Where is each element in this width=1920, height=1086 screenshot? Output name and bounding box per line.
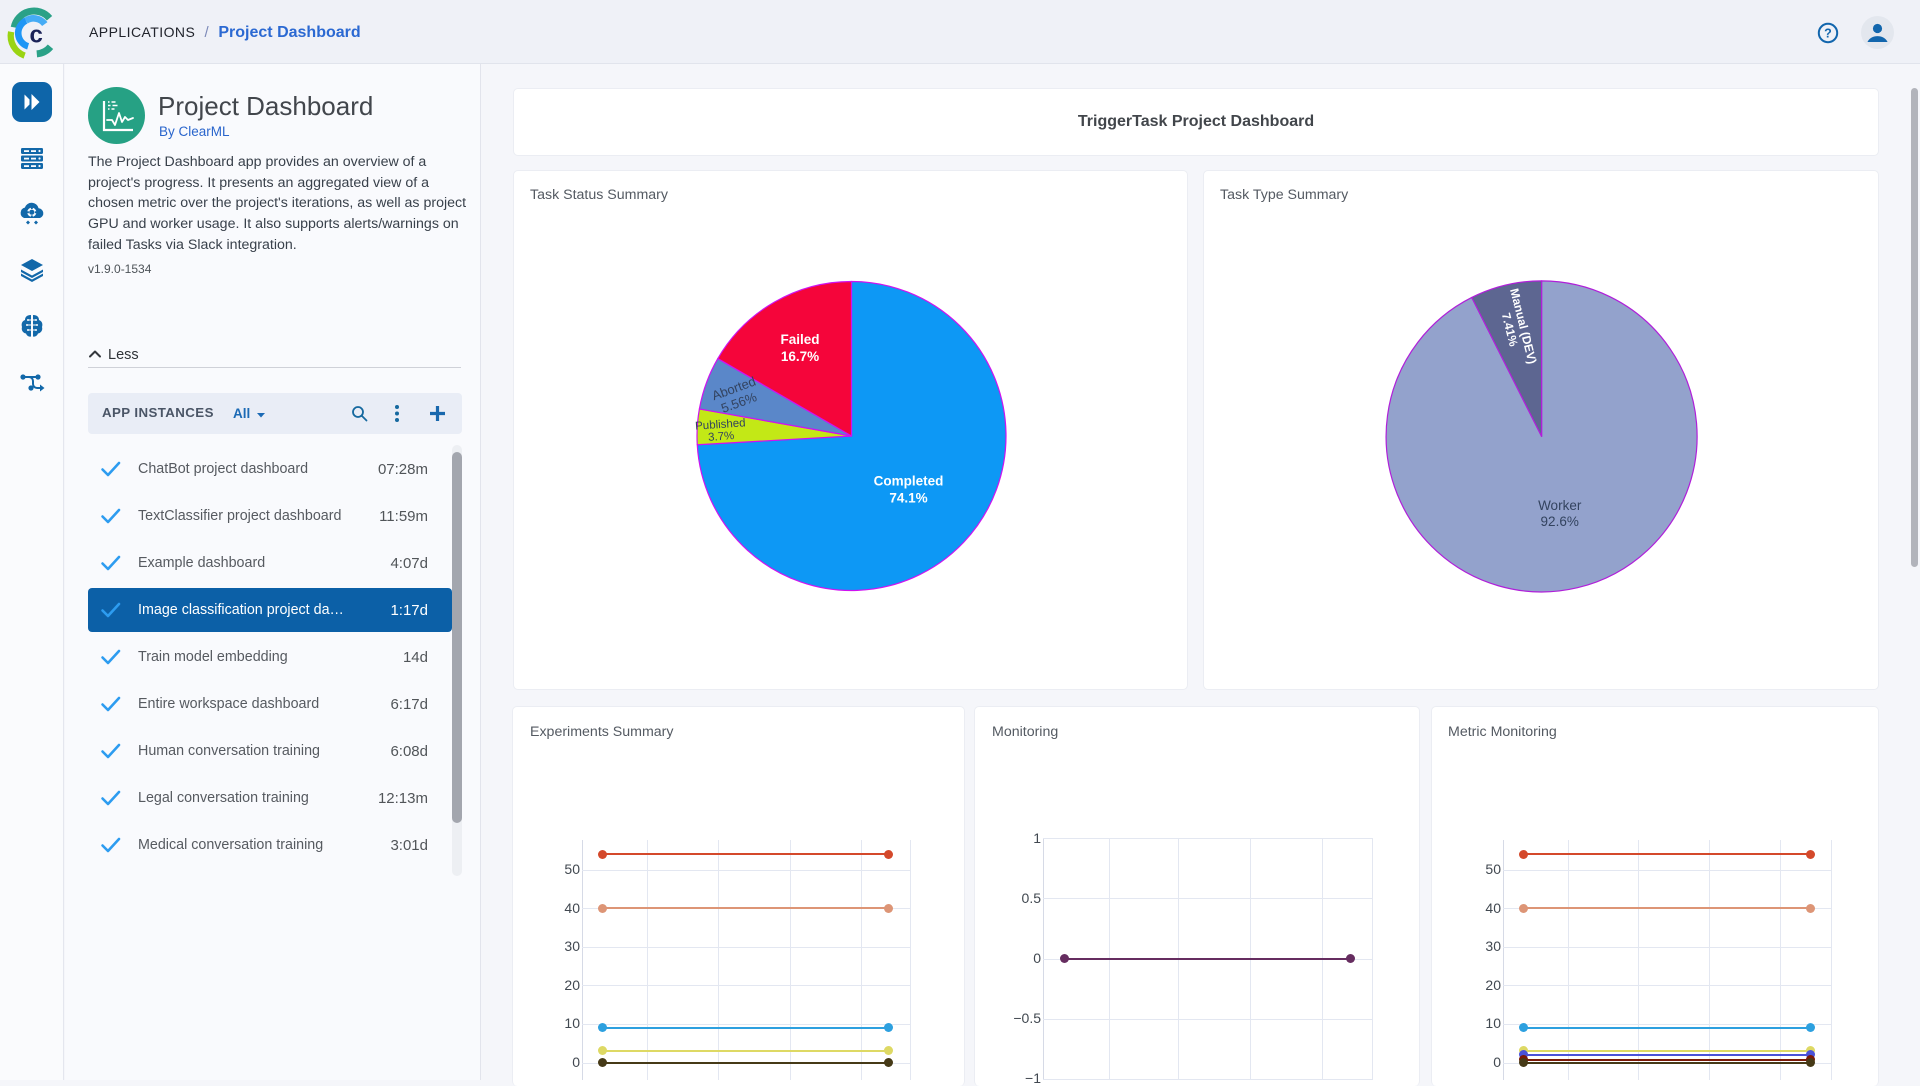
svg-text:?: ? (1824, 27, 1832, 41)
svg-text:3.7%: 3.7% (708, 430, 735, 444)
svg-text:c: c (30, 22, 43, 49)
svg-text:16.7%: 16.7% (781, 349, 819, 364)
svg-text:Completed: Completed (874, 474, 944, 489)
svg-text:74.1%: 74.1% (889, 491, 927, 506)
svg-text:Worker: Worker (1538, 498, 1582, 513)
svg-text:92.6%: 92.6% (1541, 514, 1579, 529)
svg-text:Failed: Failed (780, 332, 819, 347)
